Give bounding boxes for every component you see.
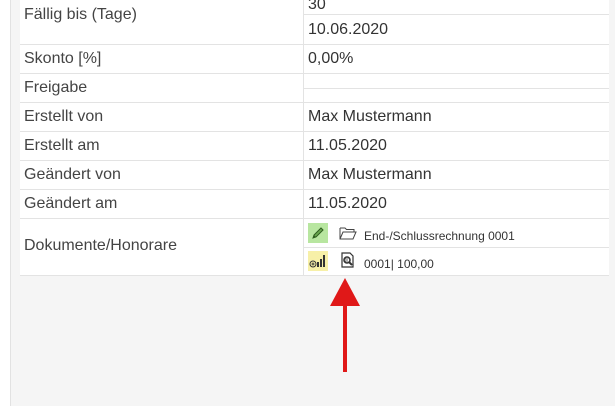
row-freigabe: Freigabe [20,74,609,103]
geaendert-von-value-cell: Max Mustermann [303,161,609,189]
folder-open-icon[interactable] [338,223,358,243]
faellig-date: 10.06.2020 [308,21,389,38]
label-skonto: Skonto [%] [24,50,102,67]
erstellt-am-value: 11.05.2020 [308,137,387,154]
fee-entry[interactable]: 0001| 100,00 [364,257,434,271]
label-geaendert-von: Geändert von [24,166,121,183]
document-line: End-/Schlussrechnung 0001 [304,219,609,247]
label-erstellt-am: Erstellt am [24,137,100,154]
euro-search-icon[interactable] [338,251,358,271]
geaendert-am-value: 11.05.2020 [308,195,387,212]
freigabe-value-cell [303,74,609,102]
invoice-details-table: Fällig bis (Tage) 30 10.06.2020 Skonto [… [20,0,609,276]
faellig-days: 30 [308,0,326,13]
row-skonto: Skonto [%] 0,00% [20,45,609,74]
skonto-value: 0,00% [308,50,354,67]
document-link[interactable]: End-/Schlussrechnung 0001 [364,229,515,243]
skonto-value-cell: 0,00% [303,45,609,73]
geaendert-am-value-cell: 11.05.2020 [303,190,609,218]
row-faellig: Fällig bis (Tage) 30 10.06.2020 [20,0,609,45]
red-arrow-annotation [330,278,360,372]
row-erstellt-am: Erstellt am 11.05.2020 [20,132,609,161]
row-erstellt-von: Erstellt von Max Mustermann [20,103,609,132]
chart-add-icon[interactable] [308,251,328,271]
label-freigabe: Freigabe [24,79,88,96]
erstellt-von-value-cell: Max Mustermann [303,103,609,131]
faellig-days-cell: 30 [304,0,609,15]
fee-line: 0001| 100,00 [304,248,609,276]
row-geaendert-von: Geändert von Max Mustermann [20,161,609,190]
erstellt-von-value: Max Mustermann [308,108,432,125]
erstellt-am-value-cell: 11.05.2020 [303,132,609,160]
pencil-icon[interactable] [308,223,328,243]
row-dokumente: Dokumente/Honorare End-/Schlussrechnung … [20,219,609,276]
geaendert-von-value: Max Mustermann [308,166,432,183]
freigabe-divider [304,88,609,89]
faellig-value-cell: 30 10.06.2020 [303,0,609,44]
label-faellig: Fällig bis (Tage) [24,6,137,23]
label-erstellt-von: Erstellt von [24,108,104,125]
dokumente-value-cell: End-/Schlussrechnung 0001 0001| 100,00 [303,219,609,275]
label-geaendert-am: Geändert am [24,195,118,212]
faellig-date-cell: 10.06.2020 [304,15,609,45]
label-dokumente: Dokumente/Honorare [24,237,177,254]
row-geaendert-am: Geändert am 11.05.2020 [20,190,609,219]
